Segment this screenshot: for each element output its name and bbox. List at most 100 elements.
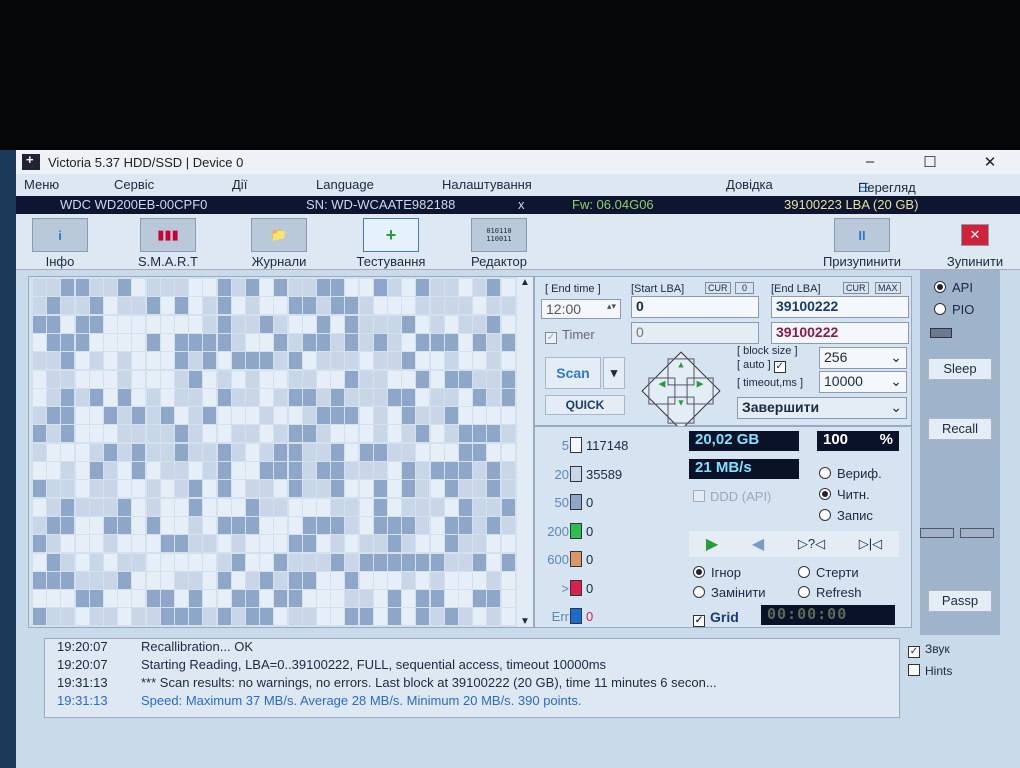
map-block	[373, 608, 387, 626]
window-title: Victoria 5.37 HDD/SSD | Device 0	[48, 154, 244, 170]
action-radio-3[interactable]: Refresh	[798, 583, 903, 603]
menu-language[interactable]: Language	[316, 177, 374, 192]
start-lba-input[interactable]: 0	[631, 296, 759, 318]
pause-icon: II	[834, 218, 890, 252]
map-block	[75, 571, 89, 589]
logs-button[interactable]: 📁 Журнали	[242, 218, 316, 269]
spin-icon[interactable]: ▴▾	[607, 301, 616, 312]
arrow-down-icon[interactable]: ▼	[667, 396, 695, 424]
map-block	[331, 571, 345, 589]
info-button[interactable]: i Інфо	[30, 218, 90, 269]
pio-radio[interactable]: PIO	[934, 302, 974, 317]
map-block	[175, 333, 188, 351]
map-block	[104, 480, 117, 498]
pause-button[interactable]: II Призупинити	[822, 218, 902, 269]
menu-menu[interactable]: Меню	[24, 177, 59, 192]
scroll-down-icon[interactable]: ▼	[517, 616, 533, 627]
quick-button[interactable]: QUICK	[545, 395, 625, 415]
map-block	[160, 516, 174, 534]
reverse-icon[interactable]: ◀	[752, 534, 764, 554]
map-block	[288, 498, 302, 516]
map-scrollbar[interactable]: ▲ ▼	[517, 277, 533, 627]
map-block	[203, 425, 217, 443]
folder-icon: 📁	[251, 218, 307, 252]
mode-radio-2[interactable]: Запис	[819, 505, 882, 526]
sound-checkbox[interactable]: ✓ Звук	[908, 642, 950, 658]
map-block	[473, 443, 487, 461]
recall-button[interactable]: Recall	[928, 418, 992, 440]
scan-status-panel: 5 117148 20 35589 50 0 200 0 600 0 >0 Err 0 20,02 GB…	[534, 426, 912, 628]
mode-radio-0[interactable]: Вериф.	[819, 463, 882, 484]
direction-pad[interactable]: ▲ ▶ ◀ ▼	[641, 351, 721, 431]
map-block	[430, 333, 444, 351]
grid-checkbox[interactable]: ✓ Grid	[693, 609, 739, 627]
map-block	[444, 333, 458, 351]
menu-settings[interactable]: Налаштування	[442, 177, 532, 192]
maximize-button[interactable]: ☐	[900, 153, 960, 171]
menu-service[interactable]: Сервіс	[114, 177, 154, 192]
map-block	[444, 279, 458, 296]
auto-checkbox[interactable]: [ auto ] ✓	[737, 359, 791, 373]
menu-help[interactable]: Довідка	[726, 177, 773, 192]
close-button[interactable]: ✕	[960, 153, 1020, 171]
map-block	[416, 443, 430, 461]
mode-radio-1[interactable]: Читн.	[819, 484, 882, 505]
sleep-button[interactable]: Sleep	[928, 358, 992, 380]
skip-unknown-icon[interactable]: ▷?◁	[798, 536, 825, 552]
map-block	[160, 370, 174, 388]
action-radio-0[interactable]: Ігнор	[693, 563, 798, 583]
passp-button[interactable]: Passp	[928, 590, 992, 612]
map-block	[175, 608, 188, 626]
end-max-button[interactable]: MAX	[875, 282, 901, 294]
block-size-select[interactable]: 256 ⌄	[819, 347, 907, 369]
hints-checkbox[interactable]: Hints	[908, 664, 952, 678]
chevron-down-icon: ⌄	[890, 399, 902, 415]
end-time-field[interactable]: 12:00 ▴▾	[541, 299, 621, 319]
goto-end-icon[interactable]: ▷|◁	[859, 536, 882, 552]
timeout-select[interactable]: 10000 ⌄	[819, 371, 907, 393]
minimize-button[interactable]: –	[840, 153, 900, 171]
legend-item: 5 117148	[535, 437, 685, 453]
timer-checkbox[interactable]: ✓ Timer	[545, 327, 595, 344]
legend-item: 50 0	[535, 494, 685, 510]
map-block	[359, 571, 373, 589]
scan-button[interactable]: Scan	[545, 357, 601, 389]
smart-button[interactable]: ▮▮▮ S.M.A.R.T	[128, 218, 208, 269]
menu-actions[interactable]: Дії	[232, 177, 247, 192]
map-block	[416, 462, 430, 479]
end-lba-input[interactable]: 39100222	[771, 296, 909, 318]
map-block	[501, 388, 515, 406]
start-cur-button[interactable]: CUR	[705, 282, 731, 294]
finish-action-select[interactable]: Завершити ⌄	[737, 397, 907, 419]
end-cur-button[interactable]: CUR	[843, 282, 869, 294]
action-radio-1[interactable]: Стерти	[798, 563, 903, 583]
action-radio-2[interactable]: Замінити	[693, 583, 798, 603]
ddd-api-checkbox[interactable]: DDD (API)	[693, 489, 771, 504]
map-block	[61, 407, 75, 425]
map-block	[47, 590, 61, 608]
scroll-up-icon[interactable]: ▲	[517, 277, 533, 288]
map-block	[302, 388, 316, 406]
map-block	[260, 608, 274, 626]
map-block	[260, 516, 274, 534]
api-radio[interactable]: API	[934, 280, 973, 295]
info-icon: i	[32, 218, 88, 252]
map-block	[61, 388, 75, 406]
map-block	[47, 443, 61, 461]
map-block	[274, 279, 288, 296]
map-block	[359, 425, 373, 443]
editor-button[interactable]: 010110 110011 Редактор	[462, 218, 536, 269]
map-block	[288, 425, 302, 443]
start-zero-button[interactable]: 0	[735, 282, 755, 294]
map-block	[345, 297, 359, 315]
stop-button[interactable]: ✕ Зупинити	[940, 218, 1010, 269]
map-block	[331, 553, 345, 571]
map-block	[473, 608, 487, 626]
drive-close[interactable]: x	[518, 197, 525, 212]
map-block	[487, 443, 501, 461]
testing-button[interactable]: + Тестування	[346, 218, 436, 269]
play-icon[interactable]: ▶	[706, 534, 718, 554]
map-block	[260, 279, 274, 296]
map-block	[160, 480, 174, 498]
scan-dropdown-icon[interactable]: ▾	[603, 357, 625, 389]
